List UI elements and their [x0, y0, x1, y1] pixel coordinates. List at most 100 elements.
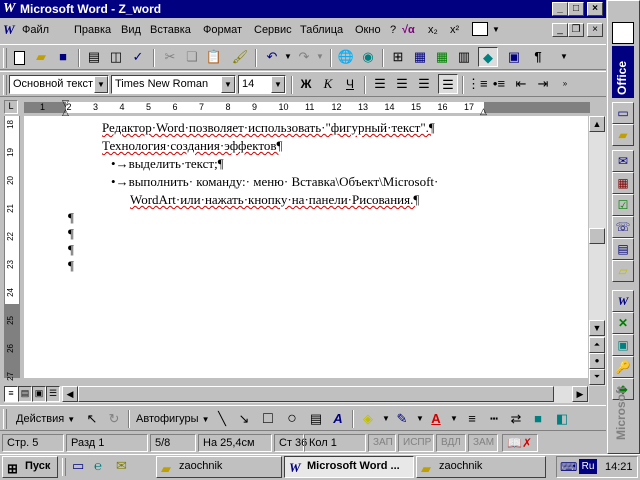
free-rotate-icon[interactable]: ↻	[104, 409, 124, 429]
next-page-button[interactable]: ⏷	[589, 369, 605, 385]
menu-tools[interactable]: Сервис	[254, 24, 292, 36]
bold-button[interactable]: Ж	[296, 74, 316, 94]
previous-page-button[interactable]: ⏶	[589, 337, 605, 353]
outlook-icon[interactable]: ✉	[612, 150, 634, 172]
spelling-status-icon[interactable]: 📖✗	[502, 434, 538, 452]
clock[interactable]: 14:21	[605, 461, 633, 473]
wordart-icon[interactable]: A	[328, 409, 348, 429]
line-style-icon[interactable]: ≡	[462, 409, 482, 429]
font-color-icon[interactable]: A	[426, 409, 446, 429]
toolbar-grip[interactable]	[3, 75, 7, 95]
tray-keyboard-icon[interactable]: ⌨	[560, 460, 577, 474]
select-objects-icon[interactable]: ↖	[82, 409, 102, 429]
font-select[interactable]: Times New Roman ▼	[111, 75, 236, 94]
web-toolbar-icon[interactable]: ◉	[358, 47, 378, 67]
3d-icon[interactable]: ◧	[552, 409, 572, 429]
document-page[interactable]: Редактор·Word·позволяет·использовать·"фи…	[24, 116, 588, 378]
web-layout-view-button[interactable]: ▤	[18, 386, 32, 402]
new-office-doc-icon[interactable]: ▭	[612, 102, 634, 124]
cut-icon[interactable]: ✂	[160, 47, 180, 67]
excel-shortcut-icon[interactable]: ✕	[612, 312, 634, 334]
contact-icon[interactable]: ☏	[612, 216, 634, 238]
vertical-scrollbar[interactable]: ▲ ▼ ⏶ ● ⏷	[589, 116, 606, 386]
line-tool-icon[interactable]: ╲	[212, 409, 232, 429]
horizontal-scrollbar[interactable]: ≡ ▤ ▣ ☰ ◀ ▶	[4, 386, 589, 403]
subscript-button[interactable]: x₂	[428, 24, 438, 36]
drawing-toggle-icon[interactable]: ◆	[478, 47, 498, 67]
scroll-thumb[interactable]	[589, 228, 605, 244]
scroll-up-button[interactable]: ▲	[589, 116, 605, 132]
spelling-icon[interactable]: ✓	[128, 47, 148, 67]
maximize-button[interactable]: □	[568, 2, 584, 16]
status-extend[interactable]: ВДЛ	[436, 434, 466, 452]
decrease-indent-icon[interactable]: ⇤	[511, 74, 531, 94]
oval-tool-icon[interactable]: ○	[282, 409, 302, 429]
toolbar-grip[interactable]	[3, 409, 7, 429]
menu-format[interactable]: Формат	[203, 24, 242, 36]
open-office-doc-icon[interactable]: ▰	[612, 124, 634, 146]
zoom-dropdown-icon[interactable]: ▼	[554, 47, 574, 67]
fill-color-icon[interactable]: ◈	[358, 409, 378, 429]
dash-style-icon[interactable]: ┅	[484, 409, 504, 429]
rectangle-tool-icon[interactable]: □	[258, 409, 278, 429]
insert-excel-icon[interactable]: ▦	[432, 47, 452, 67]
word-shortcut-icon[interactable]: W	[612, 290, 634, 312]
align-left-icon[interactable]: ☰	[370, 74, 390, 94]
doc-close-button[interactable]: ×	[587, 23, 603, 37]
scroll-down-button[interactable]: ▼	[589, 320, 605, 336]
italic-button[interactable]: К	[318, 74, 338, 94]
minimize-button[interactable]: _	[552, 2, 568, 16]
taskbar-button-zaochnik[interactable]: ▰ zaochnik	[156, 456, 282, 478]
scroll-left-button[interactable]: ◀	[62, 386, 78, 402]
doc-restore-button[interactable]: ❐	[568, 23, 584, 37]
tables-borders-icon[interactable]: ⊞	[388, 47, 408, 67]
menu-edit[interactable]: Правка	[74, 24, 111, 36]
office-logo-icon[interactable]	[612, 22, 634, 44]
journal-icon[interactable]: ▤	[612, 238, 634, 260]
taskbar-button-zaochnik-2[interactable]: ▰ zaochnik	[416, 456, 546, 478]
menu-table[interactable]: Таблица	[300, 24, 343, 36]
menu-window[interactable]: Окно	[355, 24, 381, 36]
book-dropdown-icon[interactable]: ▼	[492, 25, 500, 34]
powerpoint-shortcut-icon[interactable]: ▣	[612, 334, 634, 356]
bullets-icon[interactable]: •≡	[489, 74, 509, 94]
horizontal-ruler[interactable]: L 1 2 3 4 5 6 7 8 9 10 11 12 13 14 15 16 17 ▽ △ △	[0, 99, 606, 117]
toolbar-grip[interactable]	[3, 48, 7, 68]
scroll-right-button[interactable]: ▶	[572, 386, 588, 402]
close-button[interactable]: ×	[587, 2, 603, 16]
more-buttons-icon[interactable]: »	[555, 74, 575, 94]
columns-icon[interactable]: ▥	[454, 47, 474, 67]
menu-view[interactable]: Вид	[121, 24, 141, 36]
font-dropdown-icon[interactable]: ▼	[221, 76, 235, 93]
internet-explorer-icon[interactable]: ℮	[94, 458, 102, 473]
vertical-ruler[interactable]: 18 19 20 21 22 23 24 25 26 27	[4, 116, 20, 381]
font-size-select[interactable]: 14 ▼	[238, 75, 286, 94]
format-painter-icon[interactable]: 🖌	[230, 47, 250, 67]
horizontal-scroll-thumb[interactable]	[78, 386, 554, 402]
calendar-icon[interactable]: ▦	[612, 172, 634, 194]
doc-minimize-button[interactable]: _	[552, 23, 568, 37]
hyperlink-icon[interactable]: 🌐	[336, 47, 356, 67]
taskbar-button-word[interactable]: W Microsoft Word ...	[284, 456, 414, 478]
document-map-icon[interactable]: ▣	[504, 47, 524, 67]
show-desktop-icon[interactable]: ▭	[72, 458, 84, 474]
arrow-style-icon[interactable]: ⇄	[506, 409, 526, 429]
underline-button[interactable]: Ч	[340, 74, 360, 94]
access-shortcut-icon[interactable]: 🔑	[612, 356, 634, 378]
status-rec[interactable]: ЗАП	[368, 434, 396, 452]
print-layout-view-button[interactable]: ▣	[32, 386, 46, 402]
align-right-icon[interactable]: ☰	[414, 74, 434, 94]
equation-button[interactable]: √α	[402, 24, 415, 36]
document-icon[interactable]: W	[3, 22, 19, 38]
outline-view-button[interactable]: ☰	[46, 386, 60, 402]
print-icon[interactable]: ▤	[84, 47, 104, 67]
text-box-icon[interactable]: ▤	[306, 409, 326, 429]
copy-icon[interactable]: ❏	[182, 47, 202, 67]
draw-actions-menu[interactable]: Действия ▼	[16, 413, 75, 425]
align-center-icon[interactable]: ☰	[392, 74, 412, 94]
arrow-tool-icon[interactable]: ↘	[234, 409, 254, 429]
style-dropdown-icon[interactable]: ▼	[94, 76, 108, 93]
autoshapes-menu[interactable]: Автофигуры ▼	[136, 413, 210, 425]
menu-file[interactable]: Файл	[22, 24, 49, 36]
task-icon[interactable]: ☑	[612, 194, 634, 216]
